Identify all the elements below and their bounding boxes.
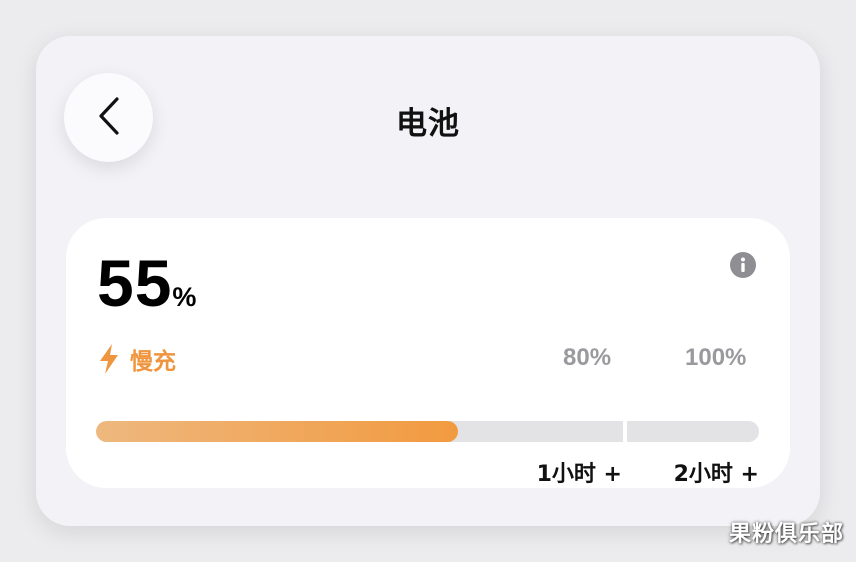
charge-progress-track-full	[627, 421, 759, 442]
battery-card: 55% 慢充 80% 100% 1小时 + 2小时 +	[66, 218, 790, 488]
marker-80-percent: 80%	[563, 344, 612, 371]
bolt-icon	[100, 344, 118, 374]
marker-100-percent: 100%	[685, 344, 747, 371]
battery-panel: 电池 55% 慢充 80% 100% 1小时 + 2小时 +	[36, 36, 820, 526]
time-to-80-label: 1小时 +	[536, 462, 622, 487]
battery-level-unit: %	[172, 282, 197, 312]
battery-level-value: 55	[97, 246, 173, 320]
charge-mode-label: 慢充	[130, 349, 176, 375]
page-title: 电池	[396, 106, 460, 142]
watermark: 果粉俱乐部	[728, 522, 844, 547]
time-to-100-label: 2小时 +	[673, 462, 759, 487]
battery-level: 55%	[97, 250, 196, 316]
charge-mode: 慢充	[97, 342, 176, 376]
info-icon[interactable]	[730, 252, 756, 278]
charge-progress-track	[96, 421, 623, 442]
charge-progress-fill	[96, 421, 458, 442]
